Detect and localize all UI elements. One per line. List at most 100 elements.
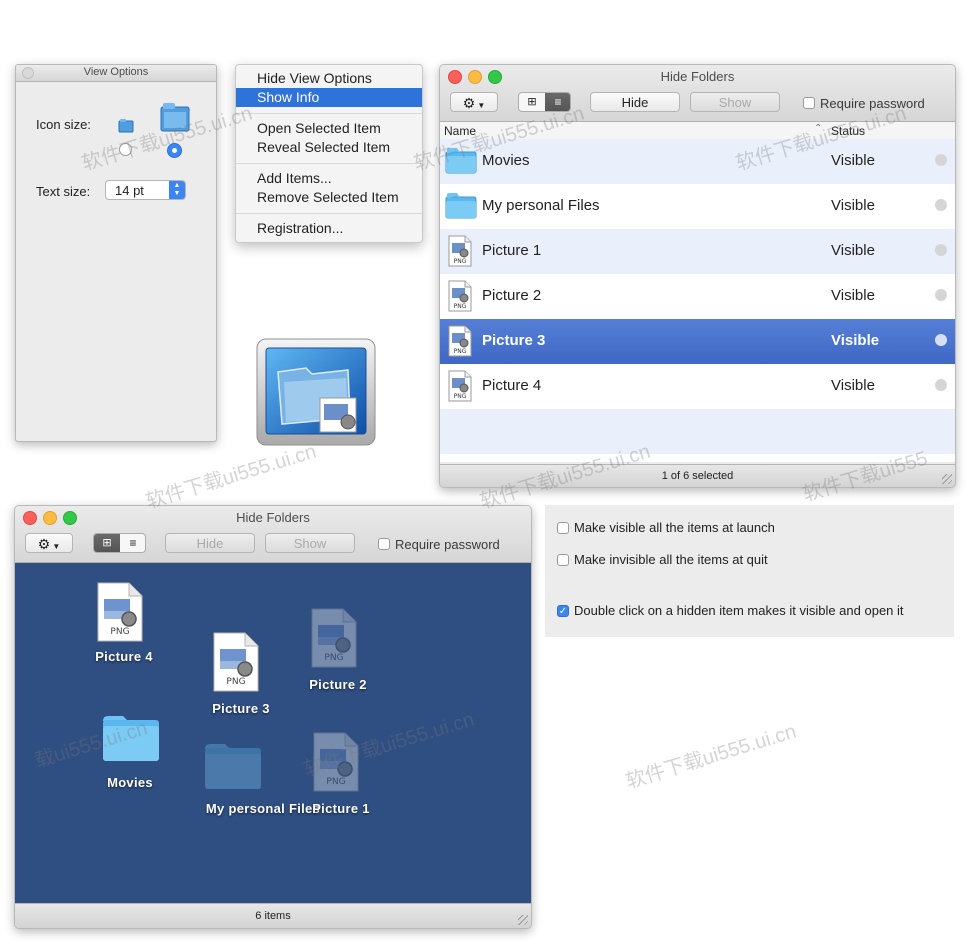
small-folder-icon — [118, 119, 134, 133]
icon-item-label: My personal Files — [205, 801, 321, 816]
png-file-icon: PNG — [213, 632, 259, 692]
menu-separator — [236, 213, 422, 214]
column-header-name[interactable]: Name — [444, 124, 476, 138]
row-status: Visible — [831, 332, 880, 349]
icon-view-icon[interactable]: ⊞ — [94, 534, 120, 552]
svg-text:PNG: PNG — [110, 627, 129, 637]
show-button[interactable]: Show — [265, 533, 355, 553]
invisible-at-quit-label: Make invisible all the items at quit — [574, 552, 768, 567]
watermark: 软件下载ui555.ui.cn — [143, 440, 319, 514]
icon-view-area[interactable]: PNG Picture 4 PNG Picture 3 PNG Picture 2 Movi… — [15, 563, 531, 903]
action-menu-button[interactable]: ⚙ ▼ — [450, 92, 498, 112]
icon-item[interactable]: PNG — [211, 631, 261, 696]
folder-icon — [103, 716, 159, 761]
reveal-magnifier-icon[interactable] — [935, 379, 947, 391]
text-size-select[interactable]: 14 pt ▲ ▼ — [105, 180, 186, 200]
view-options-title: View Options — [83, 66, 149, 78]
icon-item-label: Movies — [107, 775, 153, 790]
icon-item[interactable]: PNG — [311, 731, 361, 796]
hide-folders-list-window: Hide Folders ⚙ ▼ ⊞ ≡ Hide Show Require p… — [439, 64, 956, 488]
reveal-magnifier-icon[interactable] — [935, 334, 947, 346]
chevron-down-icon: ▼ — [475, 101, 486, 110]
svg-text:PNG: PNG — [454, 303, 467, 310]
list-view-icon[interactable]: ≡ — [545, 93, 570, 111]
folder-icon — [205, 744, 261, 789]
show-button[interactable]: Show — [690, 92, 780, 112]
png-file-icon: PNG — [448, 370, 472, 402]
require-password-checkbox[interactable] — [378, 538, 390, 550]
icon-item[interactable] — [101, 713, 161, 766]
menu-item-remove-selected-item[interactable]: Remove Selected Item — [236, 188, 422, 207]
list-window-title: Hide Folders — [660, 69, 735, 84]
invisible-at-quit-checkbox[interactable] — [557, 554, 569, 566]
action-menu-button[interactable]: ⚙ ▼ — [25, 533, 73, 553]
column-header-status[interactable]: Status — [831, 124, 865, 138]
icon-item[interactable]: PNG — [95, 581, 145, 646]
hide-folders-icon-window: Hide Folders ⚙ ▼ ⊞ ≡ Hide Show Require p… — [14, 505, 532, 929]
row-status: Visible — [831, 287, 875, 304]
double-click-open-checkbox[interactable]: ✓ — [557, 605, 569, 617]
reveal-magnifier-icon[interactable] — [935, 154, 947, 166]
icon-view-icon[interactable]: ⊞ — [519, 93, 545, 111]
menu-item-open-selected-item[interactable]: Open Selected Item — [236, 119, 422, 138]
reveal-magnifier-icon[interactable] — [935, 244, 947, 256]
view-mode-segmented-control[interactable]: ⊞ ≡ — [518, 92, 571, 112]
icon-item-label: Picture 1 — [312, 801, 370, 816]
list-view-icon[interactable]: ≡ — [120, 534, 145, 552]
menu-item-registration[interactable]: Registration... — [236, 219, 422, 238]
icon-status-bar: 6 items — [15, 903, 531, 928]
row-status: Visible — [831, 152, 875, 169]
large-icon-radio[interactable] — [167, 143, 182, 158]
reveal-magnifier-icon[interactable] — [935, 289, 947, 301]
icon-item-label: Picture 2 — [309, 677, 367, 692]
view-mode-segmented-control[interactable]: ⊞ ≡ — [93, 533, 146, 553]
svg-text:PNG: PNG — [454, 348, 467, 355]
chevron-down-icon: ▼ — [50, 542, 61, 551]
large-folder-icon — [160, 103, 190, 132]
table-body: Movies Visible My personal Files Visible PNG… — [440, 139, 955, 461]
row-status: Visible — [831, 377, 875, 394]
hide-button[interactable]: Hide — [165, 533, 255, 553]
menu-item-hide-view-options[interactable]: Hide View Options — [236, 69, 422, 88]
empty-row — [440, 409, 955, 454]
require-password-checkbox[interactable] — [803, 97, 815, 109]
sort-arrow-icon: ⌃ — [814, 123, 823, 134]
reveal-magnifier-icon[interactable] — [935, 199, 947, 211]
resize-grip-icon[interactable] — [518, 915, 528, 925]
resize-grip-icon[interactable] — [942, 474, 952, 484]
icon-item-label: Picture 4 — [95, 649, 153, 664]
icon-window-toolbar: Hide Folders ⚙ ▼ ⊞ ≡ Hide Show Require p… — [15, 506, 531, 563]
visible-at-launch-label: Make visible all the items at launch — [574, 520, 775, 535]
item-count: 6 items — [255, 910, 291, 922]
svg-text:PNG: PNG — [326, 777, 345, 787]
table-row[interactable]: PNG Picture 1 Visible — [440, 229, 955, 274]
table-row[interactable]: My personal Files Visible — [440, 184, 955, 229]
menu-item-show-info[interactable]: Show Info — [236, 88, 422, 107]
row-name: My personal Files — [482, 197, 600, 214]
small-icon-radio[interactable] — [119, 143, 132, 156]
icon-item[interactable]: PNG — [309, 607, 359, 672]
menu-separator — [236, 113, 422, 114]
row-name: Picture 2 — [482, 287, 542, 304]
folder-icon — [445, 193, 477, 219]
table-row[interactable]: PNG Picture 4 Visible — [440, 364, 955, 409]
selection-count: 1 of 6 selected — [661, 470, 734, 482]
menu-item-add-items[interactable]: Add Items... — [236, 169, 422, 188]
stepper-arrows-icon[interactable]: ▲ ▼ — [169, 181, 185, 199]
row-name: Picture 4 — [482, 377, 542, 394]
menu-item-reveal-selected-item[interactable]: Reveal Selected Item — [236, 138, 422, 157]
row-name: Movies — [482, 152, 530, 169]
hide-button[interactable]: Hide — [590, 92, 680, 112]
png-file-icon: PNG — [97, 582, 143, 642]
gear-icon: ⚙ — [462, 95, 476, 111]
list-window-toolbar: Hide Folders ⚙ ▼ ⊞ ≡ Hide Show Require p… — [440, 65, 955, 122]
table-row[interactable]: PNG Picture 3 Visible — [440, 319, 955, 364]
row-status: Visible — [831, 242, 875, 259]
visible-at-launch-checkbox[interactable] — [557, 522, 569, 534]
table-row[interactable]: Movies Visible — [440, 139, 955, 184]
context-menu: Hide View Options Show Info Open Selecte… — [235, 64, 423, 243]
table-row[interactable]: PNG Picture 2 Visible — [440, 274, 955, 319]
text-size-value: 14 pt — [115, 183, 144, 198]
icon-item[interactable] — [203, 741, 263, 794]
require-password-label: Require password — [395, 537, 500, 552]
